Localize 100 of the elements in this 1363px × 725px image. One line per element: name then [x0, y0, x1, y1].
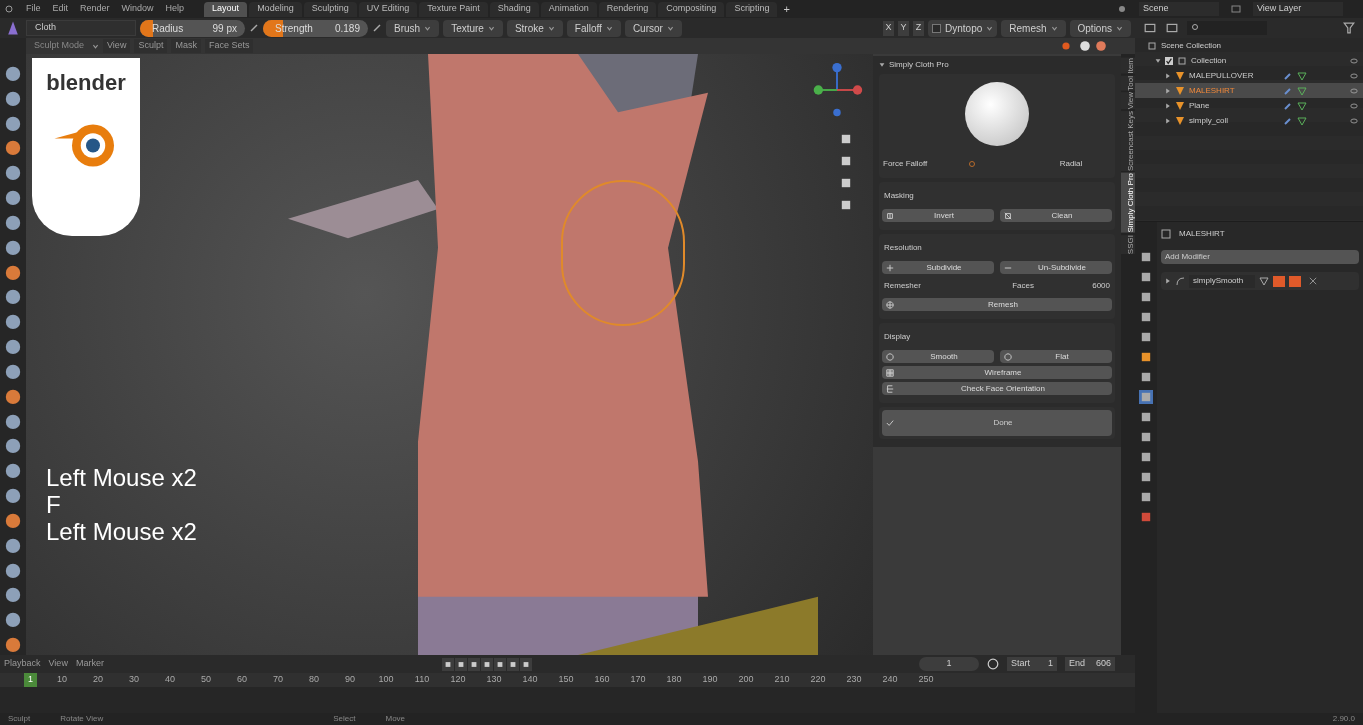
- workspace-tab[interactable]: Rendering: [598, 1, 657, 17]
- playback-control-icon[interactable]: [454, 657, 467, 671]
- playback-control-icon[interactable]: [480, 657, 493, 671]
- dropdown[interactable]: Texture: [443, 19, 503, 37]
- properties-tab-icon[interactable]: [1139, 430, 1153, 444]
- sculpt-tool-icon[interactable]: [4, 486, 22, 506]
- sculpt-tool-icon[interactable]: [4, 337, 22, 357]
- menu-item[interactable]: View: [48, 657, 68, 671]
- tree-item-label: Plane: [1189, 99, 1211, 112]
- modifier-name-field[interactable]: simplySmooth: [1189, 274, 1255, 288]
- properties-tab-icon[interactable]: [1139, 250, 1153, 264]
- mode-dropdown[interactable]: Sculpt Mode: [30, 39, 89, 53]
- properties-tab-icon[interactable]: [1139, 290, 1153, 304]
- collapse-triangle-icon[interactable]: [1155, 57, 1161, 64]
- panel-button[interactable]: Wireframe: [882, 366, 1112, 379]
- tree-row[interactable]: MALESHIRT: [1135, 83, 1363, 98]
- menu-item[interactable]: Sculpt: [134, 39, 168, 53]
- brush-name-field[interactable]: Cloth: [26, 20, 136, 36]
- sidebar-tab[interactable]: SSGI: [1121, 235, 1135, 255]
- panel-button[interactable]: Clean: [1000, 209, 1112, 222]
- expand-triangle-icon: [1165, 72, 1171, 79]
- menu-item[interactable]: Edit: [52, 2, 69, 16]
- scene-field[interactable]: Scene: [1139, 2, 1219, 16]
- start-frame-field[interactable]: Start 1: [1007, 657, 1057, 671]
- menu-item[interactable]: Render: [80, 2, 110, 16]
- dropdown[interactable]: Falloff: [566, 19, 621, 37]
- properties-tab-icon[interactable]: [1139, 330, 1153, 344]
- sidebar-tab[interactable]: View: [1121, 92, 1135, 110]
- sidebar-tab[interactable]: Item: [1121, 58, 1135, 74]
- current-frame-field[interactable]: 1: [919, 657, 979, 671]
- properties-tab-icon[interactable]: [1139, 410, 1153, 424]
- menu-item[interactable]: File: [26, 2, 41, 16]
- properties-tab-icon[interactable]: [1139, 450, 1153, 464]
- sculpt-tool-icon[interactable]: [4, 64, 22, 84]
- sidebar-tab[interactable]: Screencast Keys: [1121, 111, 1135, 172]
- end-frame-field[interactable]: End 606: [1065, 657, 1115, 671]
- dropdown[interactable]: Options: [1069, 19, 1131, 37]
- panel-button[interactable]: Smooth: [882, 350, 994, 363]
- playback-control-icon[interactable]: [493, 657, 506, 671]
- tree-row[interactable]: Plane: [1135, 98, 1363, 113]
- checkbox[interactable]: [1165, 56, 1173, 65]
- properties-tab-icon[interactable]: [1139, 490, 1153, 504]
- render-toggle-icon[interactable]: [1289, 275, 1301, 287]
- tree-row[interactable]: MALEPULLOVER: [1135, 68, 1363, 83]
- sculpt-tool-icon[interactable]: [4, 188, 22, 208]
- axis-toggle[interactable]: Y: [898, 20, 910, 36]
- tree-row[interactable]: simply_coll: [1135, 113, 1363, 128]
- workspace-tab[interactable]: UV Editing: [358, 1, 418, 17]
- expand-triangle-icon[interactable]: [1165, 278, 1171, 284]
- sidebar-tab[interactable]: Tool: [1121, 75, 1135, 91]
- viewport-toggle-icon[interactable]: [1273, 275, 1285, 287]
- dropdown[interactable]: Remesh: [1001, 19, 1066, 37]
- done-button[interactable]: Done: [882, 410, 1112, 436]
- workspace-tab[interactable]: Animation: [540, 1, 597, 17]
- dyntopo-toggle[interactable]: Dyntopo: [928, 19, 998, 37]
- playback-control-icon[interactable]: [506, 657, 519, 671]
- field-value[interactable]: 6000: [1092, 280, 1110, 292]
- playback-control-icon[interactable]: [441, 657, 454, 671]
- panel-button[interactable]: Flat: [1000, 350, 1112, 363]
- search-field[interactable]: [1187, 21, 1267, 35]
- add-workspace-button[interactable]: +: [779, 0, 794, 18]
- axis-toggle[interactable]: X: [883, 20, 895, 36]
- view-layer-field[interactable]: View Layer: [1253, 2, 1343, 16]
- field-value[interactable]: Radial: [1031, 158, 1111, 170]
- workspace-tab[interactable]: Compositing: [658, 1, 725, 17]
- properties-tab-icon[interactable]: [1139, 310, 1153, 324]
- properties-tab-icon[interactable]: [1139, 370, 1153, 384]
- properties-tab-icon[interactable]: [1139, 270, 1153, 284]
- menu-item[interactable]: View: [103, 39, 131, 53]
- dropdown[interactable]: Stroke: [506, 19, 563, 37]
- menu-item[interactable]: Mask: [171, 39, 201, 53]
- tree-item[interactable]: Collection: [1191, 54, 1345, 67]
- workspace-tab[interactable]: Scripting: [726, 1, 778, 17]
- workspace-tab[interactable]: Texture Paint: [419, 1, 488, 17]
- axis-toggle[interactable]: Z: [913, 20, 925, 36]
- dropdown[interactable]: Cursor: [624, 19, 682, 37]
- menu-item[interactable]: Face Sets: [204, 39, 254, 53]
- panel-button[interactable]: Un-Subdivide: [1000, 261, 1112, 274]
- workspace-tab[interactable]: Sculpting: [303, 1, 357, 17]
- properties-tab-icon[interactable]: [1139, 350, 1153, 364]
- panel-button[interactable]: Invert: [882, 209, 994, 222]
- menu-item[interactable]: Help: [165, 2, 185, 16]
- panel-button[interactable]: Subdivide: [882, 261, 994, 274]
- workspace-tab[interactable]: Layout: [204, 1, 248, 17]
- menu-item[interactable]: Playback: [4, 657, 41, 671]
- tree-item[interactable]: Scene Collection: [1161, 39, 1222, 52]
- workspace-tab[interactable]: Modeling: [249, 1, 302, 17]
- sidebar-tab[interactable]: Simply Cloth Pro: [1121, 173, 1135, 234]
- menu-item[interactable]: Marker: [75, 657, 104, 671]
- dropdown[interactable]: Brush: [386, 19, 440, 37]
- panel-button[interactable]: Check Face Orientation: [882, 382, 1112, 395]
- sculpt-tool-icon[interactable]: [4, 635, 22, 655]
- properties-tab-icon[interactable]: [1139, 470, 1153, 484]
- playback-control-icon[interactable]: [467, 657, 480, 671]
- properties-tab-icon[interactable]: [1139, 510, 1153, 524]
- workspace-tab[interactable]: Shading: [489, 1, 539, 17]
- panel-button[interactable]: Remesh: [882, 298, 1112, 311]
- add-modifier-dropdown[interactable]: Add Modifier: [1161, 250, 1359, 264]
- menu-item[interactable]: Window: [121, 2, 154, 16]
- playback-control-icon[interactable]: [519, 657, 532, 671]
